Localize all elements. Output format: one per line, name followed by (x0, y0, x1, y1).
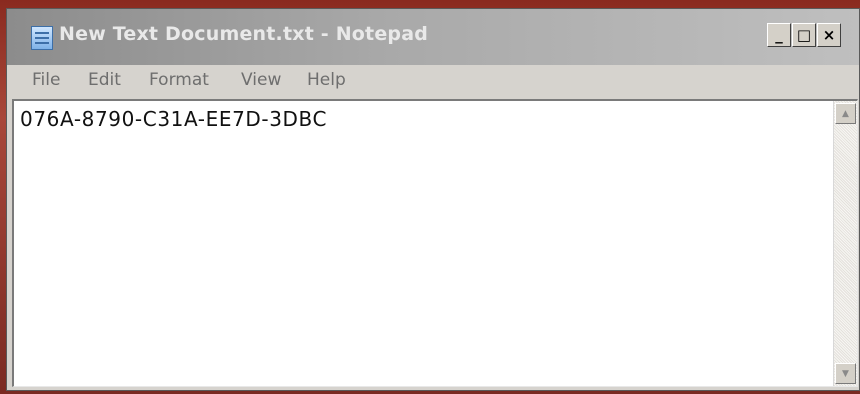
menu-view[interactable]: View (241, 70, 281, 90)
menu-format[interactable]: Format (149, 70, 209, 90)
arrow-down-icon[interactable]: ▼ (835, 363, 856, 384)
menu-bar: File Edit Format View Help (7, 65, 859, 95)
arrow-up-icon[interactable]: ▲ (835, 103, 856, 124)
close-button[interactable]: × (817, 23, 841, 47)
menu-help[interactable]: Help (307, 70, 346, 90)
text-editor-area[interactable]: 076A-8790-C31A-EE7D-3DBC ▲ ▼ (12, 99, 858, 387)
notepad-icon[interactable] (31, 26, 53, 50)
close-icon: × (822, 26, 836, 44)
editor-content[interactable]: 076A-8790-C31A-EE7D-3DBC (20, 107, 327, 131)
title-bar[interactable]: New Text Document.txt - Notepad _ □ × (7, 9, 859, 65)
notepad-window: New Text Document.txt - Notepad _ □ × Fi… (6, 8, 860, 391)
menu-file[interactable]: File (32, 70, 60, 90)
window-title: New Text Document.txt - Notepad (59, 23, 429, 45)
maximize-icon: □ (796, 26, 812, 44)
vertical-scrollbar[interactable]: ▲ ▼ (833, 101, 857, 386)
maximize-button[interactable]: □ (792, 23, 816, 47)
menu-edit[interactable]: Edit (88, 70, 121, 90)
minimize-button[interactable]: _ (767, 23, 791, 47)
minimize-icon: _ (775, 26, 783, 44)
